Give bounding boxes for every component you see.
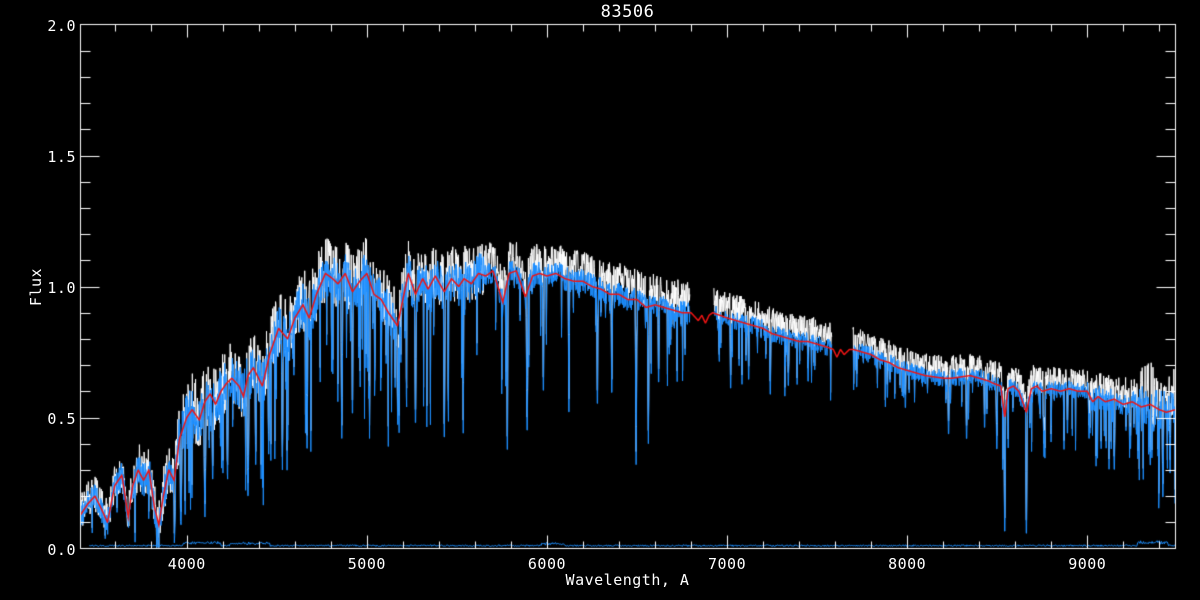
y-tick-label: 1.0 [47, 278, 76, 297]
x-tick-label: 7000 [707, 555, 747, 573]
x-tick-label: 8000 [888, 555, 927, 573]
y-tick-label: 0.0 [47, 540, 76, 559]
spectrum-plot-canvas [0, 0, 1200, 600]
x-tick-label: 6000 [527, 555, 567, 573]
y-tick-label: 1.5 [47, 147, 76, 166]
x-tick-label: 9000 [1068, 555, 1107, 573]
y-tick-label: 0.5 [47, 409, 76, 428]
x-axis-label: Wavelength, A [565, 571, 690, 589]
spectrum-figure: 83506 Wavelength, A Flux 4000 5000 6000 700… [0, 0, 1200, 600]
plot-title: 83506 [600, 2, 655, 22]
x-tick-label: 5000 [347, 555, 386, 573]
x-tick-label: 4000 [167, 555, 206, 573]
y-tick-label: 2.0 [47, 16, 76, 35]
